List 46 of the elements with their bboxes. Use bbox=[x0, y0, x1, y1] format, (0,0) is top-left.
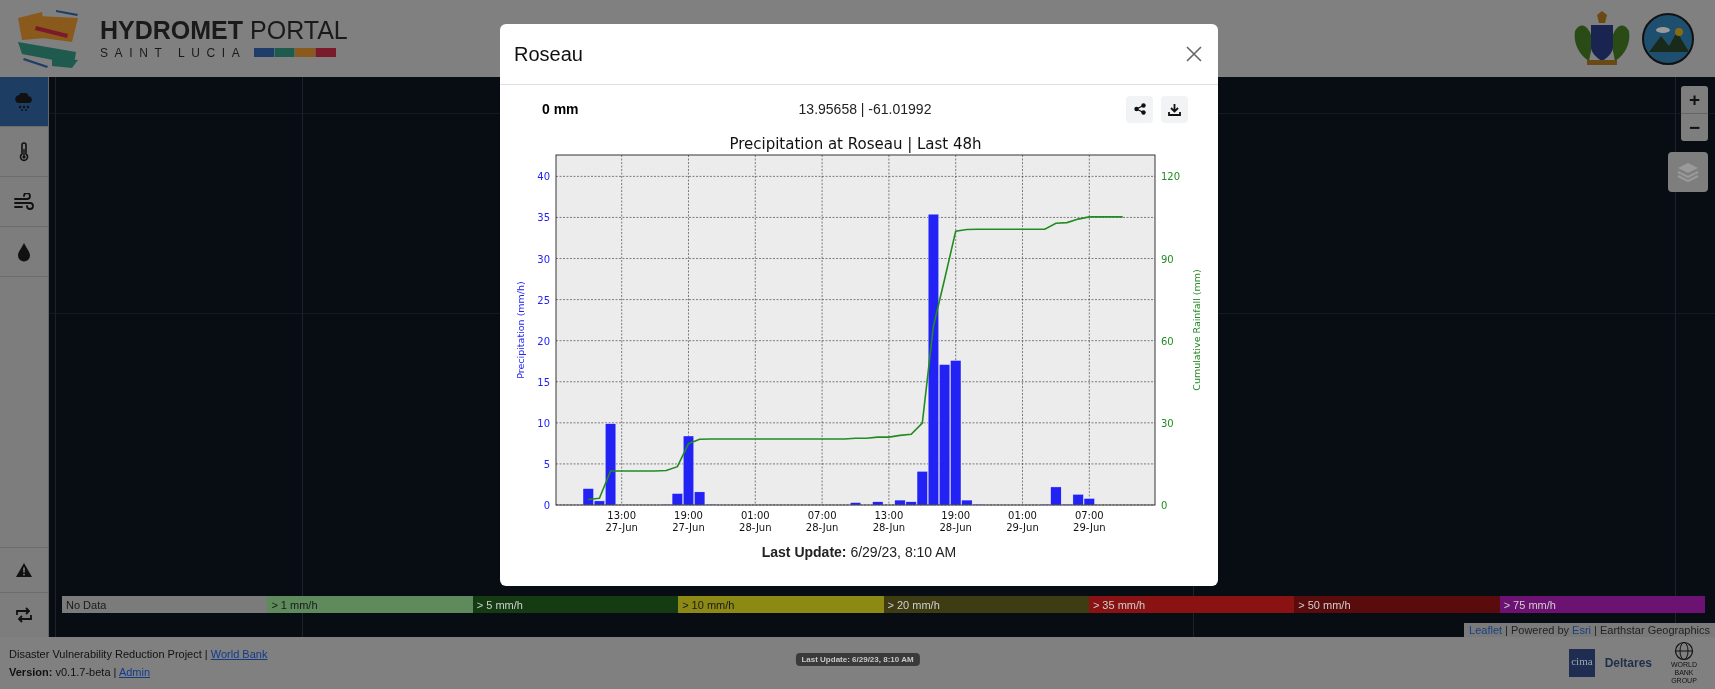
y2-tick-label: 90 bbox=[1161, 253, 1174, 265]
legend-item: > 5 mm/h bbox=[472, 596, 679, 613]
y2-axis-label: Cumulative Rainfall (mm) bbox=[1191, 269, 1202, 391]
y-axis-label: Precipitation (mm/h) bbox=[515, 281, 526, 379]
y-tick-label: 25 bbox=[537, 294, 550, 306]
x-tick-label: 19:00 27-Jun bbox=[672, 510, 705, 533]
legend-item: No Data bbox=[62, 596, 268, 613]
coordinates-text: 13.95658 | -61.01992 bbox=[797, 101, 933, 117]
y2-tick-label: 0 bbox=[1161, 500, 1168, 511]
x-tick-label: 13:00 27-Jun bbox=[605, 510, 638, 533]
y-tick-label: 20 bbox=[537, 335, 550, 347]
last-update-text: Last Update: 6/29/23, 8:10 AM bbox=[760, 544, 958, 560]
dialog-title: Roseau bbox=[514, 42, 583, 66]
x-tick-label: 07:00 29-Jun bbox=[1073, 510, 1106, 533]
y2-tick-label: 30 bbox=[1161, 417, 1174, 429]
y-tick-label: 40 bbox=[537, 171, 550, 183]
last-update-badge: Last Update: 6/29/23, 8:10 AM bbox=[795, 653, 920, 666]
chart-title: Precipitation at Roseau | Last 48h bbox=[729, 135, 982, 153]
x-tick-label: 19:00 28-Jun bbox=[939, 510, 972, 533]
legend-item: > 50 mm/h bbox=[1294, 596, 1500, 613]
portal-title: HYDROMET PORTAL bbox=[100, 17, 348, 43]
deltares-logo: Deltares bbox=[1604, 656, 1652, 670]
cima-logo: cima bbox=[1569, 649, 1595, 677]
portal-subtitle: SAINT LUCIA bbox=[100, 45, 247, 60]
y-tick-label: 10 bbox=[537, 417, 550, 429]
legend-item: > 1 mm/h bbox=[267, 596, 473, 613]
attribution-text: | Powered by bbox=[1505, 624, 1570, 636]
current-value: 0 mm bbox=[542, 101, 580, 117]
project-text: Disaster Vulnerability Reduction Project | bbox=[9, 648, 208, 660]
legend-item: > 35 mm/h bbox=[1088, 596, 1295, 613]
x-tick-label: 13:00 28-Jun bbox=[872, 510, 906, 533]
x-tick-label: 01:00 29-Jun bbox=[1006, 510, 1039, 533]
legend-item: > 20 mm/h bbox=[883, 596, 1089, 613]
legend-item: > 75 mm/h bbox=[1499, 596, 1705, 613]
attribution-text: | Earthstar Geographics bbox=[1594, 624, 1710, 636]
y2-tick-label: 60 bbox=[1161, 335, 1174, 347]
legend-item: > 10 mm/h bbox=[678, 596, 884, 613]
y-tick-label: 5 bbox=[543, 458, 550, 470]
y-tick-label: 35 bbox=[537, 212, 550, 224]
y-tick-label: 30 bbox=[537, 253, 550, 265]
y-tick-label: 15 bbox=[537, 376, 550, 388]
y2-tick-label: 120 bbox=[1161, 171, 1181, 183]
x-tick-label: 01:00 28-Jun bbox=[739, 510, 772, 533]
x-tick-label: 07:00 28-Jun bbox=[805, 510, 839, 533]
version-text: Version: v0.1.7-beta | bbox=[9, 666, 117, 678]
y-tick-label: 0 bbox=[543, 500, 550, 511]
